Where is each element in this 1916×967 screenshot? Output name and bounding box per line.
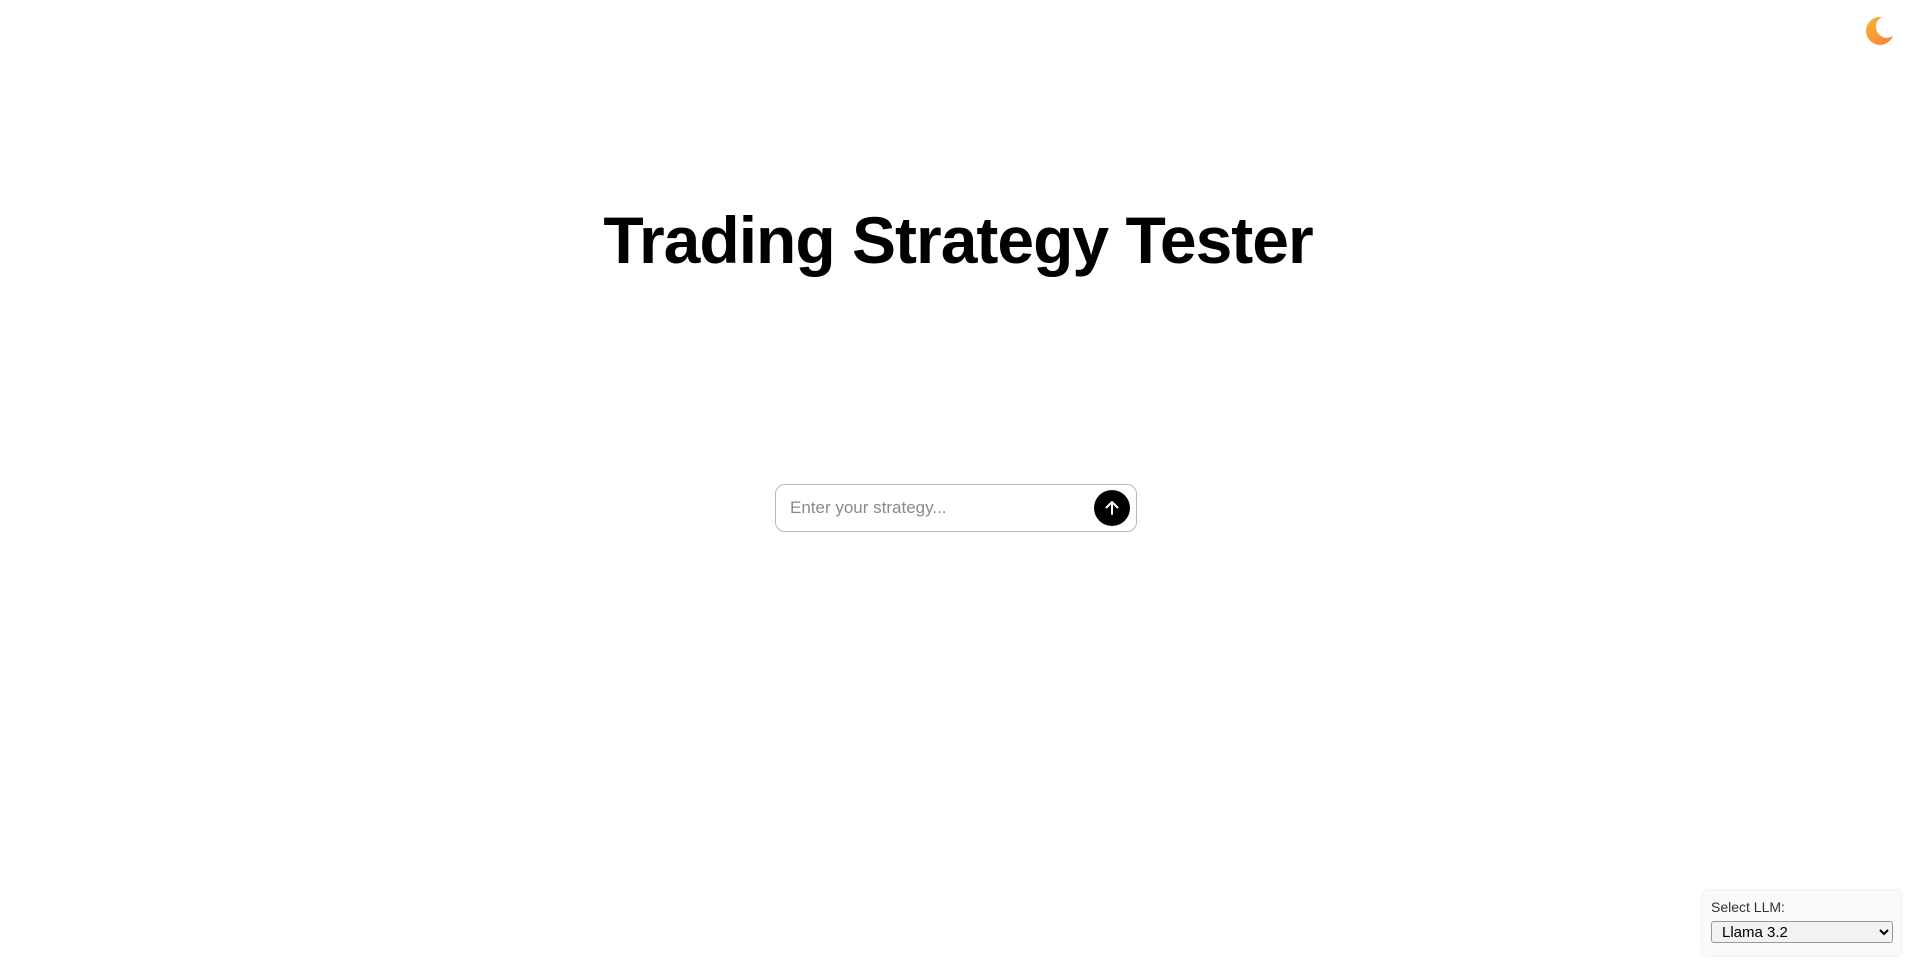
submit-strategy-button[interactable] [1094,490,1130,526]
strategy-input[interactable] [788,489,1094,527]
llm-select[interactable]: Llama 3.2 [1711,921,1893,943]
page-title: Trading Strategy Tester [603,203,1313,277]
llm-selector-panel: Select LLM: Llama 3.2 [1703,891,1901,955]
arrow-up-icon [1105,501,1119,515]
moon-icon [1865,16,1893,45]
strategy-input-container [775,484,1137,532]
page: Trading Strategy Tester Select LLM: Llam… [0,0,1916,967]
theme-toggle-button[interactable] [1862,14,1896,48]
llm-select-label: Select LLM: [1711,899,1785,915]
